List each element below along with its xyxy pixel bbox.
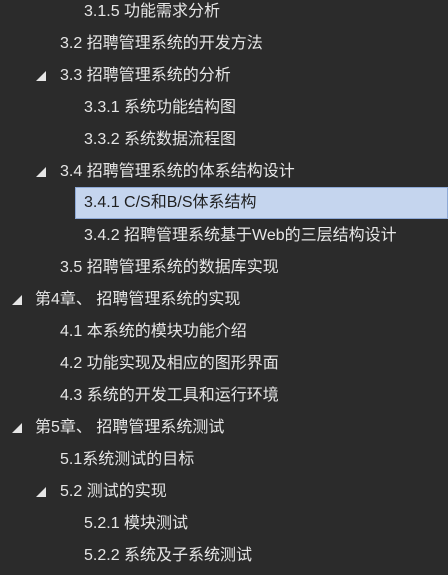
outline-item-3-2[interactable]: 3.2 招聘管理系统的开发方法 (0, 28, 448, 60)
outline-item-label: 5.2.2 系统及子系统测试 (84, 547, 253, 564)
outline-item-label: 第4章、 招聘管理系统的实现 (35, 291, 241, 308)
outline-item-label: 5.1系统测试的目标 (60, 451, 195, 468)
outline-item-label: 4.1 本系统的模块功能介绍 (60, 323, 247, 340)
collapse-triangle-icon[interactable] (36, 71, 46, 81)
collapse-triangle-icon[interactable] (12, 295, 22, 305)
outline-item-label: 5.2 测试的实现 (60, 483, 167, 500)
outline-item-label: 4.2 功能实现及相应的图形界面 (60, 355, 279, 372)
outline-item-3-3[interactable]: 3.3 招聘管理系统的分析 (0, 60, 448, 92)
outline-item-label: 4.3 系统的开发工具和运行环境 (60, 387, 279, 404)
outline-item-label: 3.3 招聘管理系统的分析 (60, 67, 231, 84)
outline-item-5-2[interactable]: 5.2 测试的实现 (0, 476, 448, 508)
outline-item-4-3[interactable]: 4.3 系统的开发工具和运行环境 (0, 380, 448, 412)
outline-item-5-2-2[interactable]: 5.2.2 系统及子系统测试 (0, 540, 448, 572)
document-outline-tree: 3.1.5 功能需求分析 3.2 招聘管理系统的开发方法 3.3 招聘管理系统的… (0, 0, 448, 575)
outline-item-chapter-5[interactable]: 第5章、 招聘管理系统测试 (0, 412, 448, 444)
outline-item-3-4-2[interactable]: 3.4.2 招聘管理系统基于Web的三层结构设计 (0, 220, 448, 252)
collapse-triangle-icon[interactable] (12, 423, 22, 433)
outline-item-3-4-1-selected[interactable]: 3.4.1 C/S和B/S体系结构 (75, 187, 448, 219)
outline-item-3-3-1[interactable]: 3.3.1 系统功能结构图 (0, 92, 448, 124)
collapse-triangle-icon[interactable] (36, 167, 46, 177)
outline-item-label: 3.5 招聘管理系统的数据库实现 (60, 259, 279, 276)
outline-item-label: 3.2 招聘管理系统的开发方法 (60, 35, 263, 52)
outline-item-4-2[interactable]: 4.2 功能实现及相应的图形界面 (0, 348, 448, 380)
outline-item-3-4[interactable]: 3.4 招聘管理系统的体系结构设计 (0, 156, 448, 188)
outline-item-label: 3.3.1 系统功能结构图 (84, 99, 237, 116)
outline-item-label: 3.3.2 系统数据流程图 (84, 131, 237, 148)
outline-item-label: 3.1.5 功能需求分析 (84, 3, 221, 20)
outline-item-5-1[interactable]: 5.1系统测试的目标 (0, 444, 448, 476)
outline-item-label: 3.4.1 C/S和B/S体系结构 (84, 194, 257, 211)
outline-item-4-1[interactable]: 4.1 本系统的模块功能介绍 (0, 316, 448, 348)
outline-item-3-1-5[interactable]: 3.1.5 功能需求分析 (0, 0, 448, 28)
collapse-triangle-icon[interactable] (36, 487, 46, 497)
outline-item-3-3-2[interactable]: 3.3.2 系统数据流程图 (0, 124, 448, 156)
outline-item-label: 第5章、 招聘管理系统测试 (35, 419, 225, 436)
outline-item-5-2-1[interactable]: 5.2.1 模块测试 (0, 508, 448, 540)
outline-item-label: 3.4 招聘管理系统的体系结构设计 (60, 163, 295, 180)
outline-item-label: 5.2.1 模块测试 (84, 515, 189, 532)
outline-item-label: 3.4.2 招聘管理系统基于Web的三层结构设计 (84, 227, 397, 244)
outline-item-chapter-4[interactable]: 第4章、 招聘管理系统的实现 (0, 284, 448, 316)
outline-item-3-5[interactable]: 3.5 招聘管理系统的数据库实现 (0, 252, 448, 284)
